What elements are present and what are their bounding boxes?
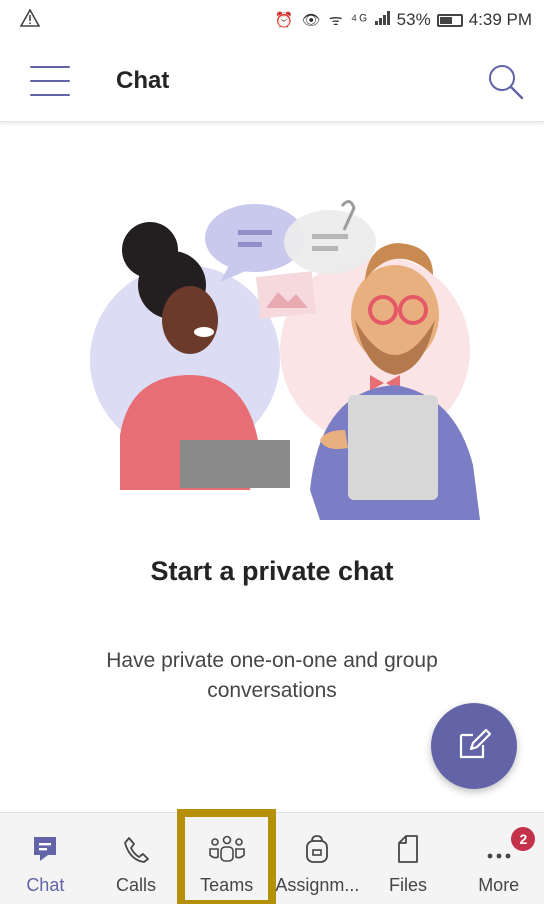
tab-teams[interactable]: Teams xyxy=(177,809,277,904)
tab-label: Assignm... xyxy=(275,875,360,895)
tab-more[interactable]: 2 More xyxy=(453,813,544,904)
empty-state-illustration xyxy=(80,190,480,530)
tab-assignments[interactable]: Assignm... xyxy=(272,813,363,904)
hamburger-menu-icon[interactable] xyxy=(30,65,70,96)
warning-triangle-icon xyxy=(19,7,41,32)
page-title: Chat xyxy=(116,66,170,94)
status-indicators: ⏰ 👁 ᯤ ⁴ᴳ 53% 4:39 PM xyxy=(275,10,532,30)
chat-icon xyxy=(31,833,59,865)
empty-state-title: Start a private chat xyxy=(150,556,394,586)
tab-label: Teams xyxy=(200,875,254,895)
phone-icon xyxy=(123,833,149,865)
tab-label: More xyxy=(478,875,520,895)
tab-label: Calls xyxy=(116,875,157,895)
more-icon xyxy=(484,833,514,865)
empty-state-description: Have private one-on-one and group conver… xyxy=(106,649,438,702)
tab-files[interactable]: Files xyxy=(363,813,454,904)
assignments-icon xyxy=(304,833,330,865)
signal-icon xyxy=(374,10,391,30)
search-icon[interactable] xyxy=(486,62,526,102)
compose-icon xyxy=(457,727,492,766)
battery-percent: 53% xyxy=(396,10,431,29)
status-bar: ⏰ 👁 ᯤ ⁴ᴳ 53% 4:39 PM xyxy=(0,0,544,40)
teams-icon xyxy=(207,833,247,865)
notification-badge: 2 xyxy=(511,827,536,851)
status-icons: ⏰ 👁 ᯤ ⁴ᴳ xyxy=(274,12,369,29)
tab-label: Files xyxy=(389,875,428,895)
tab-calls[interactable]: Calls xyxy=(91,813,182,904)
tab-chat[interactable]: Chat xyxy=(0,813,91,904)
tab-label: Chat xyxy=(26,875,65,895)
file-icon xyxy=(396,833,420,865)
bottom-tab-bar: Chat Calls Teams Assignm... Files 2 More xyxy=(0,809,544,904)
new-chat-button[interactable] xyxy=(431,703,517,789)
clock: 4:39 PM xyxy=(468,10,532,29)
app-bar: Chat xyxy=(0,40,544,122)
battery-icon xyxy=(436,13,463,27)
